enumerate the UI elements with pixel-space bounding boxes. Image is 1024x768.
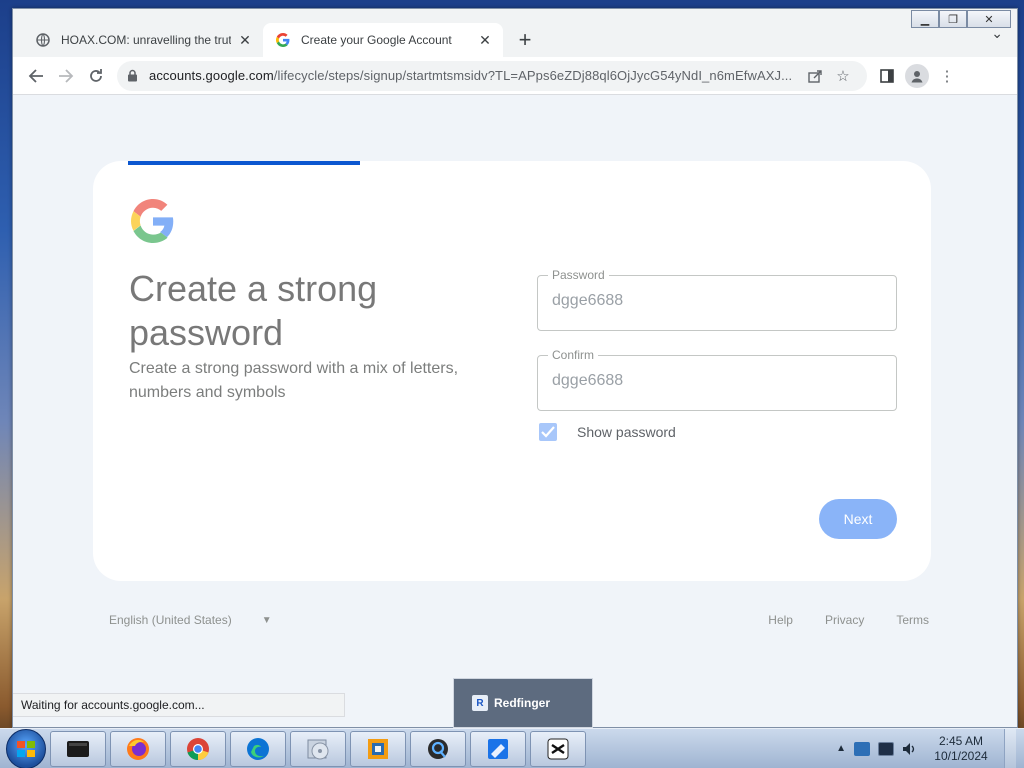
show-desktop-button[interactable] [1004, 728, 1016, 768]
share-icon[interactable] [801, 62, 829, 90]
browser-window: ▁ ❐ ✕ HOAX.COM: unravelling the truth ✕ … [12, 8, 1018, 728]
privacy-link[interactable]: Privacy [825, 613, 864, 627]
page-subtitle: Create a strong password with a mix of l… [129, 360, 459, 401]
google-logo-icon [131, 199, 175, 243]
confirm-input[interactable] [552, 372, 872, 390]
chrome-icon [187, 737, 209, 760]
signup-card: Create a strong password Create a strong… [93, 161, 931, 581]
lock-icon[interactable] [127, 69, 141, 82]
redfinger-icon: R [472, 695, 488, 711]
tray-app-icon[interactable] [854, 741, 870, 756]
browser-toolbar: accounts.google.com/lifecycle/steps/sign… [13, 57, 1017, 95]
forward-button[interactable] [51, 61, 81, 91]
back-button[interactable] [21, 61, 51, 91]
address-bar[interactable]: accounts.google.com/lifecycle/steps/sign… [117, 60, 867, 91]
progress-bar [128, 161, 360, 165]
firefox-icon [127, 737, 149, 760]
show-password-label: Show password [577, 424, 676, 440]
taskbar-app-chrome[interactable] [170, 730, 226, 767]
google-favicon-icon [275, 32, 291, 48]
profile-button[interactable] [903, 62, 931, 90]
close-tab-icon[interactable]: ✕ [477, 32, 493, 48]
bookmark-star-icon[interactable]: ☆ [829, 62, 857, 90]
taskbar-app-media[interactable] [290, 730, 346, 767]
taskbar: ▲ 2:45 AM 10/1/2024 [0, 728, 1024, 768]
terms-link[interactable]: Terms [896, 613, 929, 627]
url-text: accounts.google.com/lifecycle/steps/sign… [149, 68, 793, 83]
clock-date: 10/1/2024 [934, 748, 988, 763]
system-tray: ▲ 2:45 AM 10/1/2024 [836, 728, 1024, 768]
volume-icon[interactable] [902, 742, 918, 756]
edge-icon [247, 737, 269, 760]
show-password-checkbox[interactable] [539, 423, 557, 441]
taskbar-app-q[interactable] [410, 730, 466, 767]
confirm-field[interactable]: Confirm [537, 348, 897, 411]
page-title: Create a strong password [129, 268, 378, 353]
password-input[interactable] [552, 292, 872, 310]
next-button[interactable]: Next [819, 499, 897, 539]
dropdown-caret-icon: ▼ [261, 614, 272, 626]
taskbar-app-firefox[interactable] [110, 730, 166, 767]
taskbar-thumbnail-popup[interactable]: R Redfinger [453, 678, 593, 728]
password-field[interactable]: Password [537, 268, 897, 331]
tab-title: Create your Google Account [301, 33, 452, 47]
clock[interactable]: 2:45 AM 10/1/2024 [926, 734, 996, 764]
taskbar-app-virtualbox[interactable] [350, 730, 406, 767]
help-link[interactable]: Help [768, 613, 793, 627]
capcut-icon [547, 738, 569, 759]
tab-search-chevron-icon[interactable]: ⌄ [991, 25, 1003, 42]
q-app-icon [428, 738, 448, 759]
menu-kebab-icon[interactable]: ⋮ [933, 62, 961, 90]
tab-title: HOAX.COM: unravelling the truth [61, 33, 231, 47]
popup-label: Redfinger [494, 696, 551, 710]
language-selector[interactable]: English (United States) ▼ [109, 613, 272, 627]
taskbar-app-terminal[interactable] [50, 730, 106, 767]
confirm-label: Confirm [548, 348, 599, 362]
password-label: Password [548, 268, 609, 282]
show-password-row[interactable]: Show password [539, 423, 676, 441]
avatar-icon [905, 63, 929, 88]
taskbar-app-redfinger[interactable] [470, 730, 526, 767]
taskbar-app-capcut[interactable] [530, 730, 586, 767]
web-page: Create a strong password Create a strong… [13, 95, 1017, 727]
tab-strip: HOAX.COM: unravelling the truth ✕ Create… [13, 17, 1017, 57]
tab-google-account[interactable]: Create your Google Account ✕ [263, 23, 503, 57]
new-tab-button[interactable]: + [511, 26, 539, 54]
windows-logo-icon [17, 740, 35, 757]
tray-overflow-icon[interactable]: ▲ [836, 743, 846, 754]
disc-icon [307, 739, 329, 759]
virtualbox-icon [368, 738, 388, 759]
tab-hoax[interactable]: HOAX.COM: unravelling the truth ✕ [23, 23, 263, 57]
page-footer: English (United States) ▼ Help Privacy T… [109, 613, 929, 627]
status-bubble: Waiting for accounts.google.com... [13, 693, 345, 717]
redfinger-taskbar-icon [488, 738, 508, 759]
language-label: English (United States) [109, 613, 232, 627]
monitor-icon[interactable] [878, 741, 894, 756]
taskbar-app-edge[interactable] [230, 730, 286, 767]
reload-button[interactable] [81, 61, 111, 91]
clock-time: 2:45 AM [938, 733, 984, 748]
close-tab-icon[interactable]: ✕ [237, 32, 253, 48]
globe-icon [35, 32, 51, 48]
black-box-icon [67, 740, 89, 757]
start-button[interactable] [6, 728, 46, 768]
side-panel-icon[interactable] [873, 62, 901, 90]
